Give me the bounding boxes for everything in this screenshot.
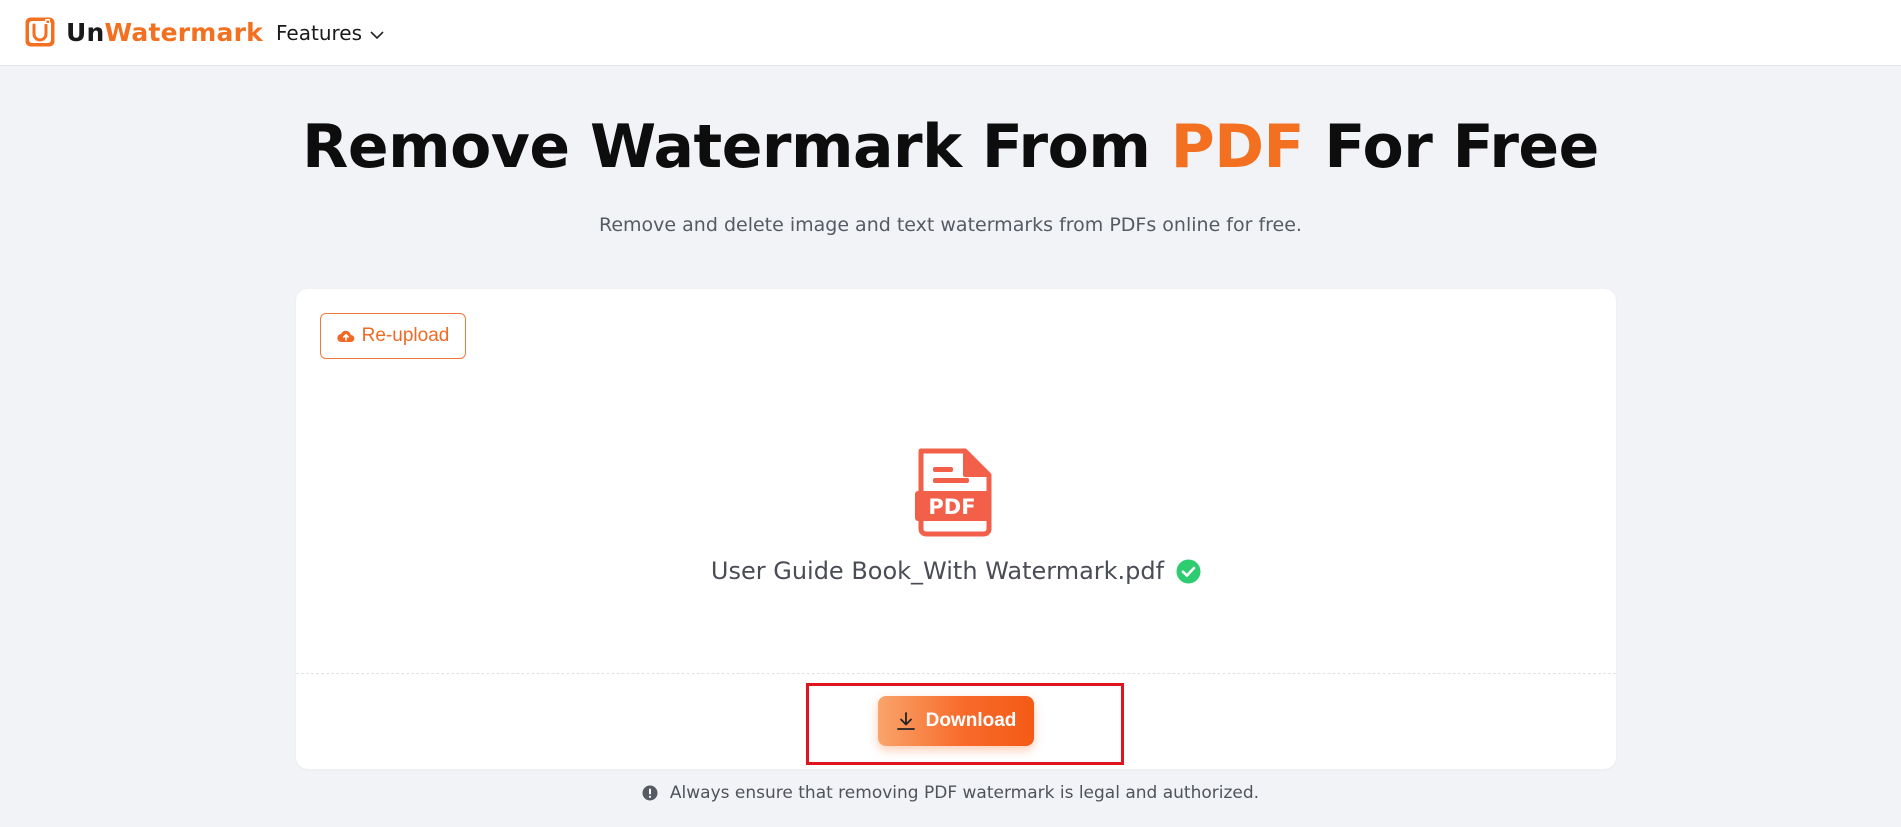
legal-notice-text: Always ensure that removing PDF watermar… (669, 783, 1260, 803)
page-title: Remove Watermark From PDF For Free (0, 112, 1901, 182)
top-navigation-bar: UnWatermark Features (0, 0, 1901, 66)
page-subtitle: Remove and delete image and text waterma… (599, 214, 1302, 236)
card-divider (296, 673, 1616, 674)
brand-name-prefix: Un (66, 17, 105, 47)
download-icon (896, 711, 916, 731)
brand-name: UnWatermark (66, 18, 263, 47)
brand-name-suffix: Watermark (104, 17, 263, 47)
download-button[interactable]: Download (878, 696, 1034, 746)
cloud-upload-icon (336, 329, 355, 343)
reupload-label: Re-upload (361, 325, 450, 346)
file-name: User Guide Book_With Watermark.pdf (710, 557, 1165, 585)
nav-features-label: Features (276, 21, 362, 45)
page-title-part-1: Remove Watermark From (302, 112, 1171, 182)
unwatermark-logo-icon (24, 16, 56, 48)
pdf-file-icon-label: PDF (928, 495, 975, 519)
legal-notice: Always ensure that removing PDF watermar… (0, 783, 1901, 803)
check-circle-icon (1176, 559, 1201, 584)
page-title-accent: PDF (1170, 112, 1305, 182)
page-title-part-2: For Free (1304, 112, 1599, 182)
file-result-card: Re-upload PDF User Guide Book_With Water… (296, 289, 1616, 769)
file-info-row: User Guide Book_With Watermark.pdf (296, 557, 1616, 585)
brand-logo-link[interactable]: UnWatermark (24, 16, 263, 48)
pdf-file-icon: PDF (913, 447, 993, 537)
download-label: Download (925, 710, 1017, 731)
nav-features-menu[interactable]: Features (276, 21, 384, 45)
info-icon (642, 785, 658, 801)
chevron-down-icon (362, 21, 384, 45)
reupload-button[interactable]: Re-upload (320, 313, 466, 359)
